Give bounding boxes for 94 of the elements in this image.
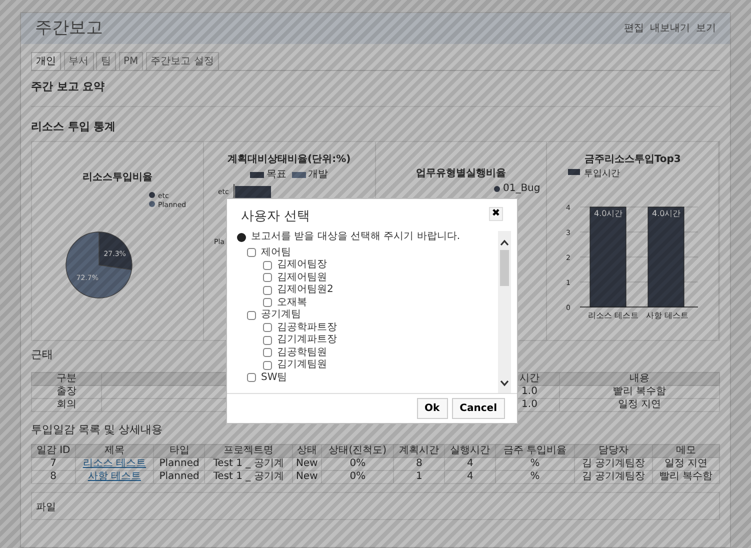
legend-item: 목표 [250, 167, 287, 182]
header-cell: 구분 [32, 372, 102, 385]
tree-label[interactable]: 김기계팀원 [277, 359, 327, 372]
tree-label[interactable]: 김공학팀원 [277, 346, 327, 359]
legend-label: 투입시간 [584, 169, 620, 179]
table-cell: 8 [394, 458, 445, 470]
table-cell: 1 [394, 470, 445, 484]
tab[interactable]: 팀 [96, 52, 116, 70]
header-cell: 금주 투입비율 [496, 444, 574, 458]
header-cell: 실행시간 [444, 444, 496, 458]
section-heading: 주간 보고 요약 [31, 79, 105, 95]
header-cell: 상태 [292, 444, 322, 458]
tree-label[interactable]: 김제어팀장 [277, 259, 327, 272]
table-cell: 4 [444, 458, 496, 470]
tree-label[interactable]: 김기계파트장 [277, 334, 337, 346]
checkbox[interactable] [263, 323, 272, 332]
legend-item: 투입시간 [568, 169, 620, 179]
header-cell: 담당자 [574, 444, 653, 458]
header-cell: 일감 ID [32, 444, 76, 458]
checkbox[interactable] [247, 248, 256, 258]
dialog-button[interactable]: Cancel [452, 398, 505, 419]
checkbox[interactable] [263, 298, 272, 308]
table-cell: 빨리 복수함 [652, 470, 720, 484]
dialog-button[interactable]: Ok [416, 398, 448, 419]
close-button[interactable]: ✖ [489, 207, 503, 221]
legend-item: 01_Bug [494, 181, 540, 196]
header-cell: 타입 [154, 444, 205, 458]
category-label: 리소스 테스트 [588, 311, 638, 320]
header-cell: 상태(진척도) [322, 444, 394, 458]
legend-item: 개발 [292, 167, 328, 182]
tree-label[interactable]: 김제어팀원 [277, 272, 327, 284]
info-icon [237, 232, 246, 242]
table-cell: Planned [154, 458, 205, 470]
checkbox[interactable] [247, 310, 256, 320]
tree-label[interactable]: 오재복 [277, 296, 307, 309]
table-cell: % [496, 458, 574, 470]
table-cell: Test 1 _ 공기계 [204, 470, 292, 484]
section-heading: 투입일감 목록 및 상세내용 [31, 422, 162, 438]
header-cell: 메모 [652, 444, 720, 458]
table-cell: 7 [32, 458, 76, 470]
checkbox[interactable] [263, 348, 272, 358]
checkbox[interactable] [247, 373, 256, 382]
tab[interactable]: 부서 [64, 52, 94, 70]
header-link[interactable]: 편집 [624, 21, 644, 36]
tree-label[interactable]: 김공학파트장 [277, 322, 337, 334]
checkbox[interactable] [263, 273, 272, 282]
table-cell: 출장 [32, 385, 102, 398]
table-cell: 8 [32, 470, 76, 484]
table-cell: 0% [322, 470, 394, 484]
header-cell: 계획시간 [394, 444, 445, 458]
chart-title: 금주리소스투입Top3 [584, 153, 681, 167]
table-cell: 4 [444, 470, 496, 484]
section-heading: 리소스 투입 통계 [31, 118, 116, 134]
header-cell: 내용 [560, 372, 720, 385]
checkbox[interactable] [263, 260, 272, 270]
tree-label[interactable]: 김제어팀원2 [277, 284, 334, 296]
table-cell: % [496, 470, 574, 484]
scroll-down-icon[interactable] [500, 379, 509, 387]
scrollbar[interactable] [498, 231, 511, 393]
scroll-thumb[interactable] [500, 250, 509, 286]
scroll-up-icon[interactable] [500, 239, 509, 247]
page-title: 주간보고 [35, 16, 103, 40]
table-cell: 빨리 복수함 [560, 385, 720, 398]
tree-label[interactable]: 제어팀 [261, 246, 291, 259]
table-cell: 김 공기계팀장 [574, 458, 653, 470]
header-cell: 제목 [75, 444, 154, 458]
table-cell: 일정 지연 [652, 458, 720, 470]
tree-label[interactable]: SW팀 [261, 372, 288, 384]
instruction-text: 보고서를 받을 대상을 선택해 주시기 바랍니다. [251, 231, 460, 244]
checkbox[interactable] [263, 286, 272, 295]
tab[interactable]: 주간보고 설정 [146, 52, 219, 70]
tab[interactable]: PM [118, 52, 144, 70]
chart-title: 리소스투입비율 [82, 171, 152, 185]
table-cell: 김 공기계팀장 [574, 470, 653, 484]
table-cell: 0% [322, 458, 394, 470]
header-link[interactable]: 보기 [696, 21, 716, 36]
table-cell: 일정 지연 [560, 398, 720, 411]
chart-title: 업무유형별실행비율 [416, 167, 506, 181]
category-label: 사항 테스트 [646, 311, 688, 320]
bar-value-label: 4.0시간 [652, 209, 680, 218]
table-cell: 회의 [32, 398, 102, 411]
bar-value-label: 4.0시간 [594, 209, 622, 218]
checkbox[interactable] [263, 336, 272, 345]
header-link[interactable]: 내보내기 [650, 21, 690, 36]
dialog-title: 사용자 선택 [241, 208, 310, 226]
header-cell: 프로젝트명 [204, 444, 292, 458]
table-cell: Planned [154, 470, 205, 484]
table-cell: Test 1 _ 공기계 [204, 458, 292, 470]
section-heading: 근태 [31, 347, 53, 363]
file-label: 파일 [36, 502, 56, 513]
chart-title: 계획대비상태비율(단위:%) [228, 153, 351, 167]
tree-label[interactable]: 공기계팀 [261, 309, 301, 322]
tab[interactable]: 개인 [31, 52, 61, 70]
checkbox[interactable] [263, 360, 272, 370]
